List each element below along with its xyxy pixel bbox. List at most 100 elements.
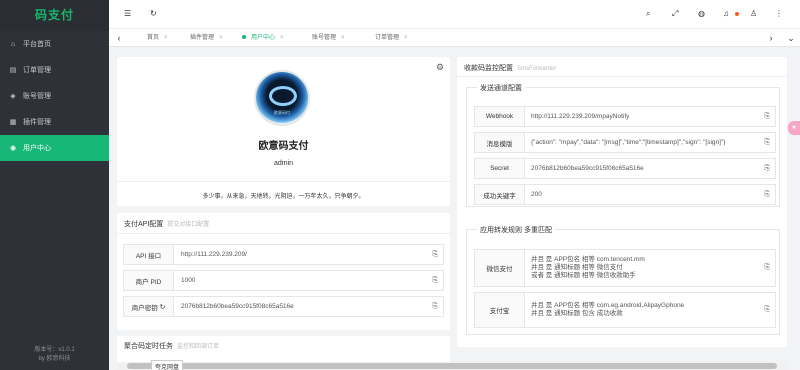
tabs-prev-icon[interactable]: ‹ [109,29,129,47]
api-url-row: API 接口 http://111.229.239.209/ ⎘ [123,244,444,265]
tab-label: 订单管理 [375,35,400,41]
rule-line: 并且 是 通知标题 相等 微信支付 [531,264,623,271]
fieldset-legend: 应用转发规则 多重匹配 [477,225,555,235]
rule-line: 并且 是 APP包名 相等 com.tencent.mm [531,256,645,263]
webhook-value[interactable]: http://111.229.239.209/mpayNotify [531,107,629,126]
sidebar-item-label: 订单管理 [23,67,51,74]
sidebar-item-home[interactable]: ⌂ 平台首页 [0,31,109,57]
row-label: 微信支付 [475,250,525,286]
close-icon[interactable]: × [219,35,223,41]
merchant-pid-row: 商户 PID 1000 ⎘ [123,270,444,291]
wechat-rule-value[interactable]: 并且 是 APP包名 相等 com.tencent.mm 并且 是 通知标题 相… [531,250,645,286]
menu-toggle-icon[interactable]: ☰ [124,9,131,18]
close-icon[interactable]: × [280,35,284,41]
fieldset-legend: 发送通道配置 [477,83,525,93]
section-divider [457,76,787,77]
section-subtitle: 提交对接口配置 [167,222,210,228]
close-icon[interactable]: × [341,35,345,41]
message-template-value[interactable]: {"action": "mpay","data": "[msg]","time"… [531,133,763,152]
monitor-title: 收款码监控配置 SmsForwarder [464,63,556,73]
row-label: 商户密钥 ↻ [124,297,174,316]
notification-dot [735,12,739,16]
section-divider [117,233,450,234]
tab-label: 首页 [147,35,160,41]
sidebar-item-plugins[interactable]: ▦ 插件管理 [0,109,109,135]
section-subtitle: SmsForwarder [517,66,557,72]
tooltip: 夸克网盘 [151,360,184,370]
merchant-key-row: 商户密钥 ↻ 2076b812b60bea59cc915f08c65a516e ⎘ [123,296,444,317]
user-circle-icon: ◉ [9,145,17,152]
tab-orders[interactable]: 订单管理 × [367,29,408,47]
shield-icon: ◈ [10,93,16,100]
sidebar-footer: 版本号：v1.0.1 by 欧意科技 [0,346,109,364]
copy-icon[interactable]: ⎘ [764,306,770,314]
sidebar-item-label: 用户中心 [23,145,51,152]
avatar-logo-icon [269,86,297,106]
author-text: by 欧意科技 [38,356,71,362]
copy-icon[interactable]: ⎘ [764,264,770,272]
rule-line: 并且 是 通知标题 包含 成功收款 [531,310,623,317]
tab-label: 用户中心 [251,35,276,41]
copy-icon[interactable]: ⎘ [764,113,770,121]
copy-icon[interactable]: ⎘ [432,251,438,259]
avatar[interactable]: 欧意码付 [254,70,310,126]
cron-title: 聚合码定时任务 监控和回调订单 [124,341,219,351]
profile-username: admin [273,160,294,167]
fullscreen-icon[interactable]: ⤢ [672,9,678,19]
copy-icon[interactable]: ⎘ [764,139,770,147]
refresh-key-icon[interactable]: ↻ [160,303,165,311]
home-icon: ⌂ [10,40,16,48]
settings-gear-icon[interactable]: ⚙ [436,62,444,73]
avatar-text: 欧意码付 [274,110,290,115]
top-header: ☰ ↻ ⌕ ⤢ ◍ ♫ ♙ ⋮ [109,0,800,29]
rule-line: 并且 是 APP包名 相等 com.eg.android.AlipayGphon… [531,302,685,309]
sidebar-item-accounts[interactable]: ◈ 账号管理 [0,83,109,109]
copy-icon[interactable]: ⎘ [764,191,770,199]
copy-icon[interactable]: ⎘ [432,303,438,311]
section-subtitle: 监控和回调订单 [177,344,220,350]
rule-line: 或者 是 通知标题 相等 微信收款助手 [531,272,636,279]
sidebar-item-orders[interactable]: ▤ 订单管理 [0,57,109,83]
app-logo[interactable]: 码支付 [0,0,109,31]
tab-accounts[interactable]: 账号管理 × [304,29,345,47]
merchant-key-value[interactable]: 2076b812b60bea59cc915f08c65a516e [181,297,294,316]
tab-plugins[interactable]: 插件管理 × [182,29,223,47]
merchant-pid-value[interactable]: 1000 [181,271,195,290]
clipboard-icon: ▤ [9,67,17,74]
sidebar: 码支付 ⌂ 平台首页 ▤ 订单管理 ◈ 账号管理 ▦ 插件管理 ◉ 用户中心 版… [0,0,109,370]
row-label: Secret [475,159,525,178]
profile-name: 欧意码支付 [258,141,309,152]
close-icon[interactable]: × [164,35,168,41]
search-icon[interactable]: ⌕ [646,9,650,19]
tab-home[interactable]: 首页 × [139,29,168,47]
section-title: 支付API配置 [124,221,164,228]
tabs-next-icon[interactable]: › [761,29,781,47]
globe-icon[interactable]: ◍ [698,9,705,18]
row-label: 商户 PID [124,271,174,290]
scrollbar-thumb[interactable] [127,363,777,369]
alipay-rule-value[interactable]: 并且 是 APP包名 相等 com.eg.android.AlipayGphon… [531,293,684,327]
close-icon[interactable]: × [404,35,408,41]
api-config-title: 支付API配置 提交对接口配置 [124,219,209,229]
tab-label: 插件管理 [190,35,215,41]
success-keyword-row: 成功关键字 200 ⎘ [474,184,776,205]
floating-helper-icon[interactable]: ★ [788,121,800,135]
bell-icon[interactable]: ♫ [723,9,729,18]
secret-value[interactable]: 2076b812b60bea59cc915f08c65a516e [531,159,644,178]
active-dot-icon [242,35,246,40]
sidebar-item-label: 插件管理 [23,119,51,126]
api-url-value[interactable]: http://111.229.239.209/ [181,245,247,264]
copy-icon[interactable]: ⎘ [764,165,770,173]
row-label: Webhook [475,107,525,126]
user-icon[interactable]: ♙ [750,9,757,18]
sidebar-item-user-center[interactable]: ◉ 用户中心 [0,135,109,161]
sidebar-item-label: 账号管理 [23,93,51,100]
tab-user-center[interactable]: 用户中心 × [234,29,284,47]
refresh-icon[interactable]: ↻ [150,9,157,18]
tabs-menu-icon[interactable]: ⌄ [781,29,800,47]
tabs-bar: ‹ 首页 × 插件管理 × 用户中心 × 账号管理 × 订单管理 × › ⌄ [109,29,800,47]
more-icon[interactable]: ⋮ [775,9,783,18]
horizontal-scrollbar[interactable] [117,362,787,370]
success-keyword-value[interactable]: 200 [531,185,542,204]
copy-icon[interactable]: ⎘ [432,277,438,285]
